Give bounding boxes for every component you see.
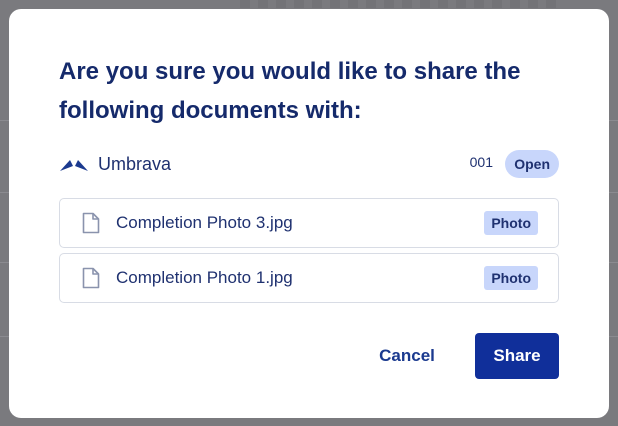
- share-button[interactable]: Share: [475, 333, 559, 379]
- file-icon: [82, 267, 100, 289]
- organization-name: Umbrava: [98, 154, 172, 174]
- status-badge: Open: [505, 150, 559, 178]
- cancel-button[interactable]: Cancel: [371, 333, 443, 379]
- organization-row: Umbrava 001 Open: [59, 150, 559, 180]
- document-type-badge: Photo: [484, 211, 538, 235]
- document-name: Completion Photo 1.jpg: [116, 268, 293, 287]
- background-page-content: [240, 0, 560, 8]
- document-row: Completion Photo 1.jpg Photo: [59, 253, 559, 303]
- document-type-badge: Photo: [484, 266, 538, 290]
- umbrava-logo-icon: [60, 160, 88, 171]
- share-confirmation-dialog: Are you sure you would like to share the…: [9, 9, 609, 418]
- file-icon: [82, 212, 100, 234]
- dialog-title: Are you sure you would like to share the…: [59, 58, 521, 124]
- document-name: Completion Photo 3.jpg: [116, 213, 293, 232]
- organization-number: 001: [469, 154, 493, 170]
- document-row: Completion Photo 3.jpg Photo: [59, 198, 559, 248]
